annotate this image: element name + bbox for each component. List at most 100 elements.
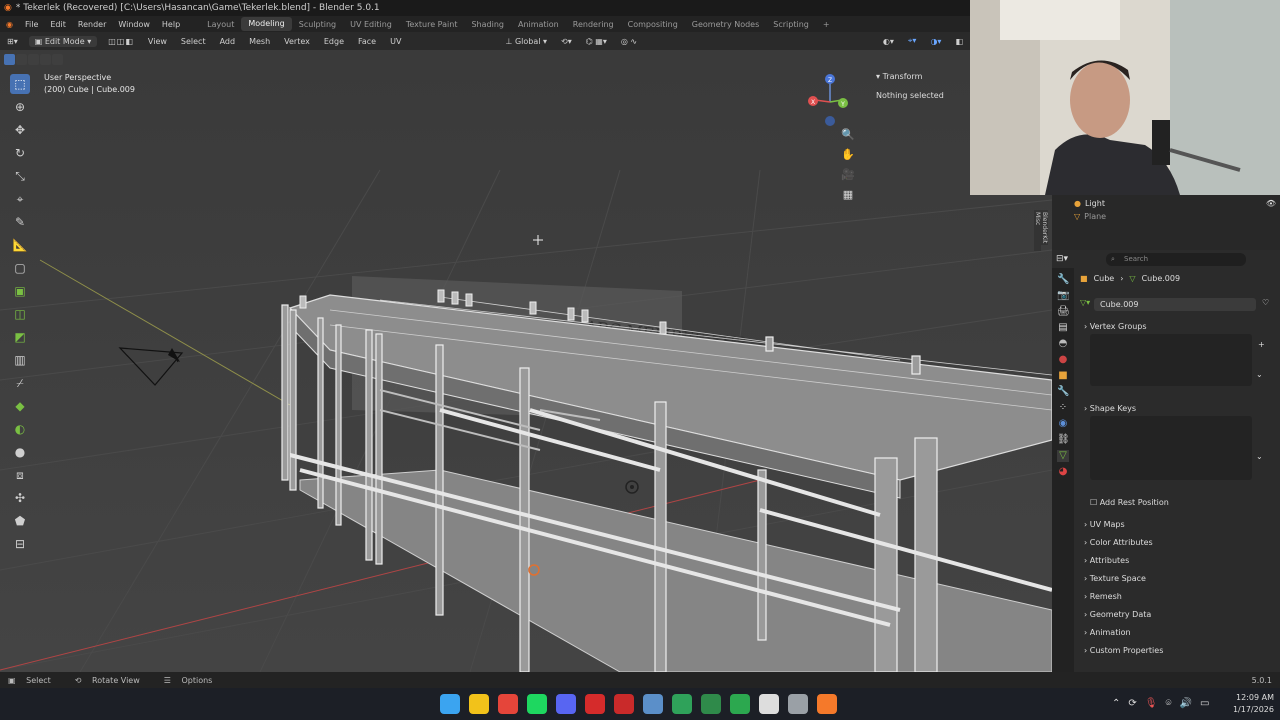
tray-mic-icon[interactable]: 🎙 xyxy=(1145,698,1158,709)
workspace-tab-7[interactable]: Rendering xyxy=(566,20,621,29)
menu-help[interactable]: Help xyxy=(156,20,186,29)
select-mode-icons[interactable]: ◫◫◧ xyxy=(101,37,141,46)
header-menu-view[interactable]: View xyxy=(141,37,174,46)
workspace-tab-2[interactable]: Sculpting xyxy=(292,20,343,29)
select-subtract-icon[interactable] xyxy=(28,54,39,65)
shape-keys-list[interactable] xyxy=(1090,416,1252,480)
app-green2-icon[interactable] xyxy=(701,694,721,714)
chrome-icon[interactable] xyxy=(498,694,518,714)
header-menu-uv[interactable]: UV xyxy=(383,37,408,46)
app-red2-icon[interactable] xyxy=(614,694,634,714)
header-menu-vertex[interactable]: Vertex xyxy=(277,37,317,46)
windows-start-icon[interactable] xyxy=(440,694,460,714)
pan-hand-icon[interactable]: ✋ xyxy=(838,148,858,164)
workspace-tab-3[interactable]: UV Editing xyxy=(343,20,399,29)
tab-blenderkit[interactable]: BlenderKit xyxy=(1041,210,1048,246)
physics-tab-icon[interactable]: ◉ xyxy=(1057,418,1069,430)
loop-cut-tool-icon[interactable]: ▥ xyxy=(10,350,30,370)
header-menu-edge[interactable]: Edge xyxy=(317,37,351,46)
annotate-tool-icon[interactable]: ✎ xyxy=(10,212,30,232)
bevel-tool-icon[interactable]: ◩ xyxy=(10,327,30,347)
select-invert-icon[interactable] xyxy=(40,54,51,65)
data-tab-icon[interactable]: ▽ xyxy=(1057,450,1069,462)
spotify-icon[interactable] xyxy=(527,694,547,714)
xray-icon[interactable]: ◧ xyxy=(948,37,970,46)
move-tool-icon[interactable]: ✥ xyxy=(10,120,30,140)
poly-build-tool-icon[interactable]: ◆ xyxy=(10,396,30,416)
header-menu-face[interactable]: Face xyxy=(351,37,383,46)
rotate-tool-icon[interactable]: ↻ xyxy=(10,143,30,163)
scale-tool-icon[interactable]: ⤡ xyxy=(10,166,30,186)
header-menu-mesh[interactable]: Mesh xyxy=(242,37,277,46)
blender-menu-icon[interactable]: ◉ xyxy=(0,20,19,29)
workspace-tab-8[interactable]: Compositing xyxy=(621,20,685,29)
eye-icon[interactable]: 👁 xyxy=(1266,199,1276,208)
section-animation[interactable]: › Animation xyxy=(1084,626,1131,640)
app-green3-icon[interactable] xyxy=(730,694,750,714)
selection-mode-buttons[interactable] xyxy=(4,54,63,65)
shape-key-menu-icon[interactable]: ⌄ xyxy=(1256,452,1263,461)
overlay-toggle-icon[interactable]: ◑▾ xyxy=(923,37,948,46)
section-attributes[interactable]: › Attributes xyxy=(1084,554,1129,568)
add-cube-tool-icon[interactable]: ▢ xyxy=(10,258,30,278)
outliner-row-light[interactable]: ● Light 👁 xyxy=(1052,197,1280,210)
output-tab-icon[interactable]: 🖨 xyxy=(1057,306,1070,318)
section-uv-maps[interactable]: › UV Maps xyxy=(1084,518,1125,532)
section-remesh[interactable]: › Remesh xyxy=(1084,590,1122,604)
rip-tool-icon[interactable]: ⊟ xyxy=(10,534,30,554)
3d-viewport[interactable]: ARC MEMBER SHS xyxy=(0,50,1052,672)
vertex-groups-list[interactable] xyxy=(1090,334,1252,386)
gizmo-toggle-icon[interactable]: ⌖▾ xyxy=(901,36,924,46)
workspace-tab-5[interactable]: Shading xyxy=(464,20,511,29)
workspace-tab-9[interactable]: Geometry Nodes xyxy=(685,20,766,29)
view-layer-tab-icon[interactable]: ▤ xyxy=(1057,322,1069,334)
transform-panel-header[interactable]: ▾ Transform xyxy=(870,70,970,83)
orientation-dropdown[interactable]: ⊥ Global ▾ xyxy=(498,37,554,46)
clock[interactable]: 12:09 AM 1/17/2026 xyxy=(1233,692,1274,716)
constraints-tab-icon[interactable]: ⛓ xyxy=(1057,434,1070,446)
epic-icon[interactable] xyxy=(759,694,779,714)
mode-dropdown[interactable]: ▣ Edit Mode ▾ xyxy=(28,35,98,47)
add-rest-position-checkbox[interactable]: ☐ Add Rest Position xyxy=(1090,496,1169,510)
scene-tab-icon[interactable]: ◓ xyxy=(1057,338,1069,350)
section-texture-space[interactable]: › Texture Space xyxy=(1084,572,1146,586)
workspace-tab-10[interactable]: Scripting xyxy=(766,20,816,29)
app-gray-icon[interactable] xyxy=(788,694,808,714)
workspace-tab-1[interactable]: Modeling xyxy=(241,17,292,31)
steam-icon[interactable] xyxy=(643,694,663,714)
section-geometry-data[interactable]: › Geometry Data xyxy=(1084,608,1151,622)
transform-tool-icon[interactable]: ⌖ xyxy=(10,189,30,209)
smooth-tool-icon[interactable]: ● xyxy=(10,442,30,462)
vertex-groups-header[interactable]: › Vertex Groups xyxy=(1080,320,1270,334)
perspective-toggle-icon[interactable]: ▦ xyxy=(838,188,858,204)
shape-keys-header[interactable]: › Shape Keys xyxy=(1080,402,1270,416)
outliner-row-plane[interactable]: ▽ Plane xyxy=(1052,210,1280,223)
fake-user-icon[interactable]: ♡ xyxy=(1262,298,1269,307)
tray-network-icon[interactable]: ⟳ xyxy=(1128,698,1136,709)
extrude-tool-icon[interactable]: ▣ xyxy=(10,281,30,301)
properties-editor-type-icon[interactable]: ⊟▾ xyxy=(1056,254,1068,264)
shrink-fatten-tool-icon[interactable]: ✣ xyxy=(10,488,30,508)
cursor-tool-icon[interactable]: ⊕ xyxy=(10,97,30,117)
menu-render[interactable]: Render xyxy=(72,20,112,29)
select-new-icon[interactable] xyxy=(4,54,15,65)
file-explorer-icon[interactable] xyxy=(469,694,489,714)
zoom-icon[interactable]: 🔍 xyxy=(838,128,858,144)
tray-battery-icon[interactable]: ▭ xyxy=(1200,698,1209,709)
measure-tool-icon[interactable]: 📐 xyxy=(10,235,30,255)
spin-tool-icon[interactable]: ◐ xyxy=(10,419,30,439)
section-color-attributes[interactable]: › Color Attributes xyxy=(1084,536,1153,550)
material-tab-icon[interactable]: ◕ xyxy=(1057,466,1069,478)
menu-window[interactable]: Window xyxy=(112,20,156,29)
modifier-tab-icon[interactable]: 🔧 xyxy=(1057,386,1069,398)
tool-tab-icon[interactable]: 🔧 xyxy=(1057,274,1069,286)
particles-tab-icon[interactable]: ⁘ xyxy=(1057,402,1069,414)
shear-tool-icon[interactable]: ⬟ xyxy=(10,511,30,531)
workspace-tab-4[interactable]: Texture Paint xyxy=(399,20,465,29)
object-tab-icon[interactable]: ■ xyxy=(1057,370,1069,382)
vertex-group-menu-icon[interactable]: ⌄ xyxy=(1256,370,1263,379)
render-tab-icon[interactable]: 📷 xyxy=(1057,290,1069,302)
menu-file[interactable]: File xyxy=(19,20,44,29)
select-box-tool-icon[interactable]: ⬚ xyxy=(10,74,30,94)
workspace-tab-6[interactable]: Animation xyxy=(511,20,566,29)
